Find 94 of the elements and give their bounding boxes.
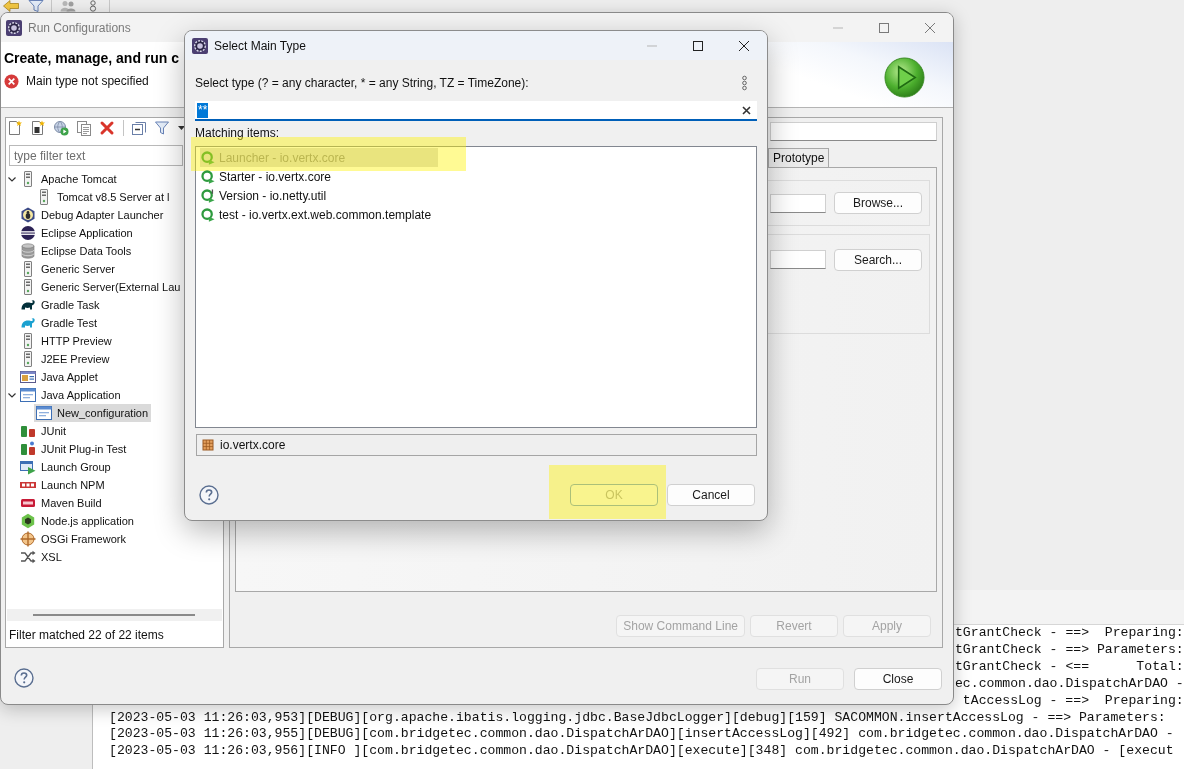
tree-item[interactable]: Eclipse Data Tools: [18, 242, 135, 260]
window-heading: Create, manage, and run c: [4, 50, 180, 67]
grid-icon: [202, 439, 214, 451]
tree-item[interactable]: Eclipse Application: [18, 224, 136, 242]
app-icon: [192, 37, 208, 54]
qualifier-field: io.vertx.core: [196, 434, 757, 456]
text-field[interactable]: [770, 194, 826, 213]
more-icon[interactable]: [741, 75, 748, 91]
console-line: [2023-05-03 11:26:03,956][INFO ][com.bridgetec.common.dao.DispatchArDAO][execute][348] com.bridgetec.common.dao.DispatchArDAO - [execut: [109, 743, 1174, 761]
tree-item[interactable]: Java Applet: [18, 368, 101, 386]
bug-icon: [20, 207, 36, 223]
chevron-icon[interactable]: [7, 390, 17, 400]
search-field[interactable]: **: [195, 101, 757, 121]
clear-icon[interactable]: [742, 105, 751, 115]
scrollbar-thumb[interactable]: [33, 614, 195, 616]
window-icon: [20, 387, 36, 403]
window-title: Run Configurations: [28, 20, 131, 35]
tree-item[interactable]: JUnit: [18, 422, 70, 440]
tree-item[interactable]: J2EE Preview: [18, 350, 113, 368]
hexagon-icon: [20, 513, 36, 529]
text-field[interactable]: [770, 250, 826, 269]
console-line: tGrantCheck - ==> Parameters:: [955, 641, 1184, 659]
tree-item[interactable]: Java Application: [18, 386, 124, 404]
status-message: Main type not specified: [26, 74, 149, 88]
tree-item[interactable]: OSGi Framework: [18, 530, 129, 548]
text-field[interactable]: [770, 122, 937, 141]
console-line: tAccessLog - ==> Preparing:: [962, 692, 1184, 710]
console-line: [2023-05-03 11:26:03,953][DEBUG][org.apache.ibatis.logging.jdbc.BaseJdbcLogger][debug][159] SACOMMON.insertAccessLog - ==> Parameters:: [109, 709, 1166, 727]
tree-item[interactable]: Generic Server: [18, 260, 118, 278]
list-item[interactable]: Version - io.netty.util: [200, 186, 438, 205]
prompt-label: Select type (? = any character, * = any String, TZ = TimeZone):: [195, 76, 529, 90]
help-icon[interactable]: [199, 485, 219, 505]
delete-icon[interactable]: [99, 120, 115, 136]
tab[interactable]: Prototype: [768, 148, 830, 167]
tree-item[interactable]: Launch NPM: [18, 476, 108, 494]
button[interactable]: Close: [854, 668, 942, 690]
console-line: [2023-05-03 11:26:03,955][DEBUG][com.bridgetec.common.dao.DispatchArDAO][insertAccessLog][492] com.bridgetec.common.dao.DispatchArDAO -: [109, 726, 1174, 744]
console-line: tGrantCheck - <== Total:: [955, 658, 1184, 676]
tree-item[interactable]: Tomcat v8.5 Server at l: [34, 188, 173, 206]
shuffle-icon: [20, 549, 36, 565]
filter-icon[interactable]: [154, 120, 170, 136]
chevron-icon[interactable]: [7, 174, 17, 184]
tree-item[interactable]: Maven Build: [18, 494, 105, 512]
list-label: Matching items:: [195, 126, 281, 141]
stacked-rings-icon[interactable]: [89, 0, 97, 12]
file-star-icon[interactable]: [30, 120, 46, 136]
collapse-icon[interactable]: [131, 120, 147, 136]
tree-item[interactable]: Launch Group: [18, 458, 114, 476]
window-title: Select Main Type: [214, 38, 306, 53]
tree-item[interactable]: Node.js application: [18, 512, 137, 530]
elephant-icon: [20, 315, 36, 331]
ring-play-icon: [201, 150, 215, 165]
button[interactable]: Cancel: [667, 484, 755, 506]
button[interactable]: Browse...: [834, 192, 922, 214]
tree-item[interactable]: HTTP Preview: [18, 332, 115, 350]
filter-field[interactable]: type filter text: [9, 145, 183, 166]
help-icon[interactable]: [14, 668, 34, 688]
bars-dot-icon: [20, 441, 36, 457]
crosshair-icon: [20, 531, 36, 547]
app-icon: [6, 19, 22, 36]
copy-icon[interactable]: [76, 120, 92, 136]
window-icon: [36, 405, 52, 421]
bars-icon: [20, 423, 36, 439]
globe-play-icon[interactable]: [53, 120, 69, 136]
list-item[interactable]: test - io.vertx.ext.web.common.template: [200, 205, 438, 224]
database-icon: [20, 243, 36, 259]
striped-circle-icon: [20, 225, 36, 241]
close-icon[interactable]: [739, 40, 749, 51]
play-icon: [884, 57, 925, 98]
horizontal-scrollbar[interactable]: [7, 609, 222, 621]
tree-item[interactable]: Generic Server(External Lau: [18, 278, 184, 296]
console-line: tGrantCheck - ==> Preparing:: [955, 625, 1184, 642]
tree-item[interactable]: XSL: [18, 548, 65, 566]
image-window-icon: [20, 369, 36, 385]
tree-item[interactable]: Apache Tomcat: [18, 170, 120, 188]
elephant-icon: [20, 297, 36, 313]
console-line: ec.common.dao.DispatchArDAO -: [955, 675, 1184, 693]
list-item[interactable]: Starter - io.vertx.core: [200, 167, 438, 186]
tree-item[interactable]: Debug Adapter Launcher: [18, 206, 167, 224]
ring-play-icon: [201, 188, 215, 203]
window-play-icon: [20, 459, 36, 475]
back-arrow-icon[interactable]: [3, 0, 19, 12]
ring-play-icon: [201, 169, 215, 184]
tree-item[interactable]: New_configuration: [34, 404, 152, 422]
button[interactable]: Search...: [834, 249, 922, 271]
ring-play-icon: [201, 207, 215, 222]
users-icon[interactable]: [60, 0, 76, 12]
tree-item[interactable]: Gradle Task: [18, 296, 103, 314]
tree-item[interactable]: Gradle Test: [18, 314, 101, 332]
new-file-icon[interactable]: [7, 120, 23, 136]
maximize-icon[interactable]: [693, 40, 703, 51]
tree-item[interactable]: JUnit Plug-in Test: [18, 440, 130, 458]
filter-status: Filter matched 22 of 22 items: [9, 628, 165, 642]
caret-icon[interactable]: [178, 126, 185, 130]
